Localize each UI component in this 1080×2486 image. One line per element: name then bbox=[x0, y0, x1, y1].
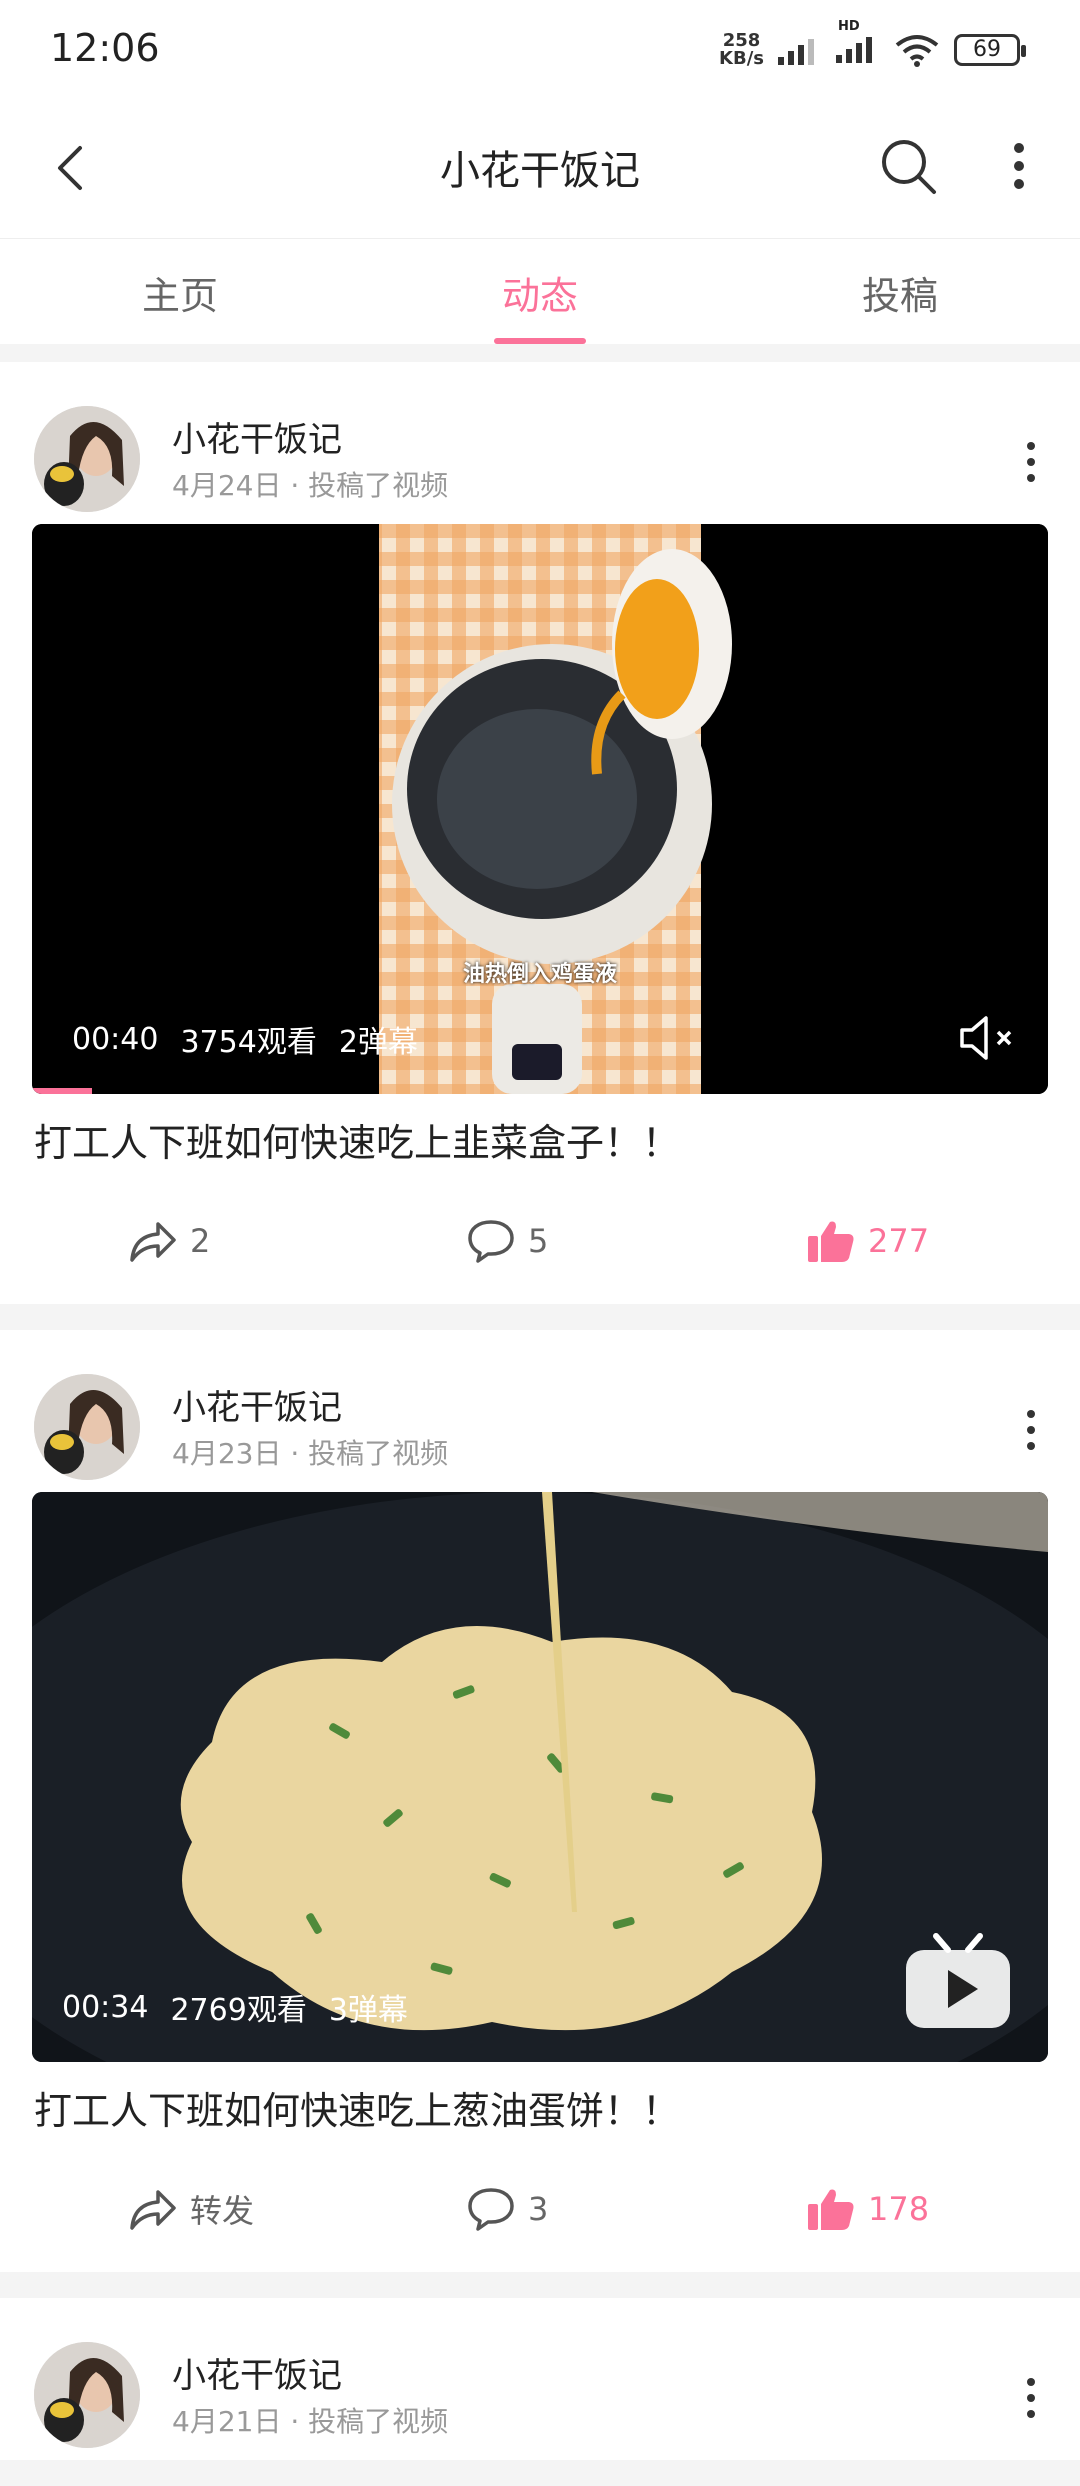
play-tv-icon[interactable] bbox=[902, 1932, 1014, 2032]
author-name[interactable]: 小花干饭记 bbox=[172, 2348, 342, 2397]
like-count: 178 bbox=[868, 2190, 930, 2228]
feed-card[interactable]: 小花干饭记 4月21日 · 投稿了视频 bbox=[0, 2298, 1080, 2460]
hd-signal: HD bbox=[836, 19, 880, 67]
tab-home[interactable]: 主页 bbox=[0, 239, 360, 344]
like-count: 277 bbox=[868, 1222, 930, 1260]
status-bar: 12:06 258 KB/s HD 69 bbox=[0, 0, 1080, 100]
network-speed-unit: KB/s bbox=[719, 48, 764, 69]
post-meta: 4月24日 · 投稿了视频 bbox=[172, 469, 449, 502]
more-options-icon[interactable] bbox=[1016, 2368, 1046, 2428]
share-icon bbox=[130, 2190, 176, 2230]
comment-icon bbox=[468, 2188, 514, 2231]
signal-hd-icon bbox=[836, 37, 872, 63]
card-header: 小花干饭记 4月21日 · 投稿了视频 bbox=[0, 2320, 1080, 2460]
view-count: 3754观看 bbox=[180, 1025, 317, 1060]
video-player[interactable]: 00:34 2769观看 3弹幕 bbox=[32, 1492, 1048, 2062]
status-time: 12:06 bbox=[50, 26, 160, 70]
search-icon[interactable] bbox=[876, 134, 940, 198]
hd-label: HD bbox=[838, 19, 860, 34]
more-options-icon[interactable] bbox=[994, 134, 1044, 198]
more-options-icon[interactable] bbox=[1016, 432, 1046, 492]
post-meta: 4月23日 · 投稿了视频 bbox=[172, 1437, 449, 1470]
tab-submissions[interactable]: 投稿 bbox=[720, 239, 1080, 344]
comment-icon bbox=[468, 1220, 514, 1263]
share-icon bbox=[130, 1222, 176, 1262]
comment-button[interactable]: 3 bbox=[466, 2184, 548, 2234]
like-button[interactable]: 277 bbox=[806, 1216, 929, 1266]
danmaku-count: 2弹幕 bbox=[338, 1025, 418, 1060]
share-count: 2 bbox=[190, 1222, 211, 1260]
wifi-icon bbox=[895, 35, 939, 67]
avatar[interactable] bbox=[34, 406, 140, 512]
avatar[interactable] bbox=[34, 2342, 140, 2448]
comment-button[interactable]: 5 bbox=[466, 1216, 548, 1266]
thumbs-up-icon bbox=[808, 1221, 854, 1262]
video-info-overlay: 00:34 2769观看 3弹幕 bbox=[32, 1952, 1048, 2062]
feed-card[interactable]: 小花干饭记 4月24日 · 投稿了视频 油热倒入鸡蛋液 00:40 3754观看… bbox=[0, 362, 1080, 1304]
video-progress-bar bbox=[32, 1088, 92, 1094]
battery-indicator: 69 bbox=[954, 34, 1026, 66]
video-player[interactable]: 油热倒入鸡蛋液 00:40 3754观看 2弹幕 bbox=[32, 524, 1048, 1094]
video-title[interactable]: 打工人下班如何快速吃上韭菜盒子！！ bbox=[0, 1094, 1080, 1176]
like-button[interactable]: 178 bbox=[806, 2184, 929, 2234]
comment-count: 5 bbox=[528, 1222, 549, 1260]
tab-dynamics[interactable]: 动态 bbox=[360, 239, 720, 344]
danmaku-count: 3弹幕 bbox=[328, 1993, 408, 2028]
video-duration: 00:34 bbox=[62, 1989, 149, 2025]
avatar[interactable] bbox=[34, 1374, 140, 1480]
video-duration: 00:40 bbox=[72, 1021, 159, 1057]
card-header: 小花干饭记 4月23日 · 投稿了视频 bbox=[0, 1352, 1080, 1492]
author-name[interactable]: 小花干饭记 bbox=[172, 412, 342, 461]
share-label: 转发 bbox=[190, 2192, 255, 2230]
status-icons: 258 KB/s HD 69 bbox=[719, 19, 1026, 72]
post-meta: 4月21日 · 投稿了视频 bbox=[172, 2405, 449, 2438]
author-name[interactable]: 小花干饭记 bbox=[172, 1380, 342, 1429]
network-speed: 258 KB/s bbox=[719, 32, 764, 68]
title-bar: 小花干饭记 bbox=[0, 100, 1080, 238]
profile-tabs: 主页 动态 投稿 bbox=[0, 238, 1080, 344]
thumbs-up-icon bbox=[808, 2189, 854, 2230]
view-count: 2769观看 bbox=[170, 1993, 307, 2028]
video-title[interactable]: 打工人下班如何快速吃上葱油蛋饼！！ bbox=[0, 2062, 1080, 2144]
share-button[interactable]: 2 bbox=[128, 1216, 210, 1266]
video-info-overlay: 00:40 3754观看 2弹幕 bbox=[32, 984, 1048, 1094]
mute-icon[interactable] bbox=[956, 1010, 1020, 1066]
comment-count: 3 bbox=[528, 2190, 549, 2228]
share-button[interactable]: 转发 bbox=[128, 2184, 254, 2234]
post-actions: 转发 3 178 bbox=[0, 2144, 1080, 2272]
feed-card[interactable]: 小花干饭记 4月23日 · 投稿了视频 00:34 2769观看 3弹幕 打工人… bbox=[0, 1330, 1080, 2272]
more-options-icon[interactable] bbox=[1016, 1400, 1046, 1460]
post-actions: 2 5 277 bbox=[0, 1176, 1080, 1304]
dynamics-feed: 小花干饭记 4月24日 · 投稿了视频 油热倒入鸡蛋液 00:40 3754观看… bbox=[0, 362, 1080, 2486]
card-header: 小花干饭记 4月24日 · 投稿了视频 bbox=[0, 384, 1080, 524]
signal-icon bbox=[778, 39, 814, 65]
